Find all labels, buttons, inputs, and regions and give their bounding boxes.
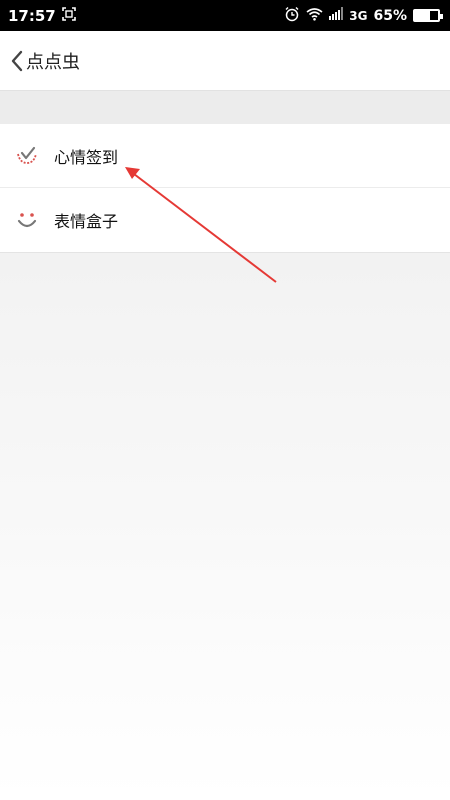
wifi-icon — [306, 7, 323, 25]
menu-item-emoji-box[interactable]: 表情盒子 — [0, 188, 450, 252]
battery-icon — [413, 9, 443, 22]
list-divider — [0, 252, 450, 253]
menu-item-label: 表情盒子 — [54, 212, 119, 231]
signal-icon — [329, 7, 344, 24]
battery-fill — [415, 11, 430, 20]
menu-list: 心情签到 表情盒子 — [0, 124, 450, 252]
status-right: 3G 65% — [284, 6, 443, 26]
menu-item-mood-checkin[interactable]: 心情签到 — [0, 124, 450, 188]
status-left: 17:57 — [8, 7, 76, 25]
chevron-left-icon — [10, 50, 24, 72]
status-bar: 17:57 3G 65% — [0, 0, 450, 31]
menu-item-label: 心情签到 — [54, 147, 119, 167]
nav-bar: 点点虫 — [0, 31, 450, 91]
screenshot-icon — [61, 6, 76, 25]
status-time: 17:57 — [8, 6, 56, 25]
smiley-face-icon — [16, 209, 38, 231]
checkmark-smile-icon — [16, 145, 38, 167]
back-button[interactable]: 点点虫 — [10, 48, 80, 74]
section-gap — [0, 91, 450, 124]
battery-percent: 65% — [373, 7, 407, 24]
network-type: 3G — [349, 8, 368, 23]
page-title: 点点虫 — [26, 51, 80, 73]
alarm-icon — [284, 6, 300, 26]
